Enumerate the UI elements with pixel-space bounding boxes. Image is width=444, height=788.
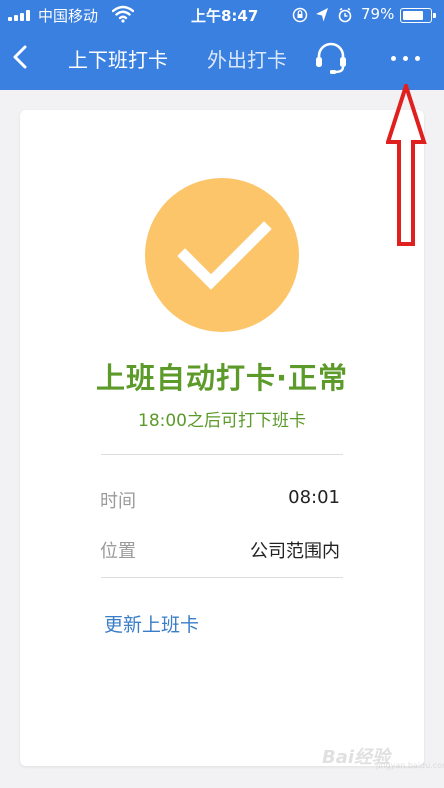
baidu-watermark: Bai经验 jingyan.baidu.com bbox=[322, 735, 444, 775]
checkin-screen: 中国移动 上午8:47 79% 上下班打卡 外出打卡 上班自动打卡·正常 18:… bbox=[0, 0, 444, 788]
alarm-icon bbox=[338, 7, 352, 23]
carrier-name: 中国移动 bbox=[38, 7, 99, 25]
red-arrow-annotation bbox=[386, 84, 427, 246]
status-time: 上午8:47 bbox=[191, 7, 259, 25]
time-value: 08:01 bbox=[288, 487, 340, 508]
nav-bar: 上下班打卡 外出打卡 bbox=[0, 30, 444, 86]
headset-icon[interactable] bbox=[313, 40, 349, 76]
tab-clock-in-out[interactable]: 上下班打卡 bbox=[68, 44, 168, 73]
location-value: 公司范围内 bbox=[250, 541, 340, 562]
chevron-left-icon[interactable] bbox=[8, 42, 32, 72]
status-icons bbox=[292, 7, 352, 23]
battery-icon bbox=[400, 8, 436, 23]
signal-icon bbox=[8, 9, 34, 21]
check-circle-icon bbox=[145, 178, 299, 332]
location-icon bbox=[316, 8, 328, 22]
divider-top bbox=[101, 454, 343, 455]
location-label: 位置 bbox=[100, 541, 136, 562]
app-header: 中国移动 上午8:47 79% 上下班打卡 外出打卡 bbox=[0, 0, 444, 90]
rotation-lock-icon bbox=[292, 7, 308, 23]
checkin-status-subtitle: 18:00之后可打下班卡 bbox=[138, 411, 306, 431]
divider-bottom bbox=[101, 577, 343, 578]
watermark-sub: jingyan.baidu.com bbox=[376, 761, 444, 770]
checkin-status-title: 上班自动打卡·正常 bbox=[95, 361, 349, 395]
battery-percent: 79% bbox=[361, 5, 395, 23]
wifi-icon bbox=[112, 5, 134, 23]
time-label: 时间 bbox=[100, 491, 136, 512]
status-bar: 中国移动 上午8:47 79% bbox=[0, 0, 444, 30]
battery-level bbox=[403, 11, 423, 20]
checkin-result-card: 上班自动打卡·正常 18:00之后可打下班卡 时间 08:01 位置 公司范围内… bbox=[20, 110, 424, 766]
tab-field-clock-in[interactable]: 外出打卡 bbox=[207, 44, 287, 73]
more-dots-icon[interactable] bbox=[388, 44, 422, 72]
update-checkin-link[interactable]: 更新上班卡 bbox=[104, 610, 199, 637]
